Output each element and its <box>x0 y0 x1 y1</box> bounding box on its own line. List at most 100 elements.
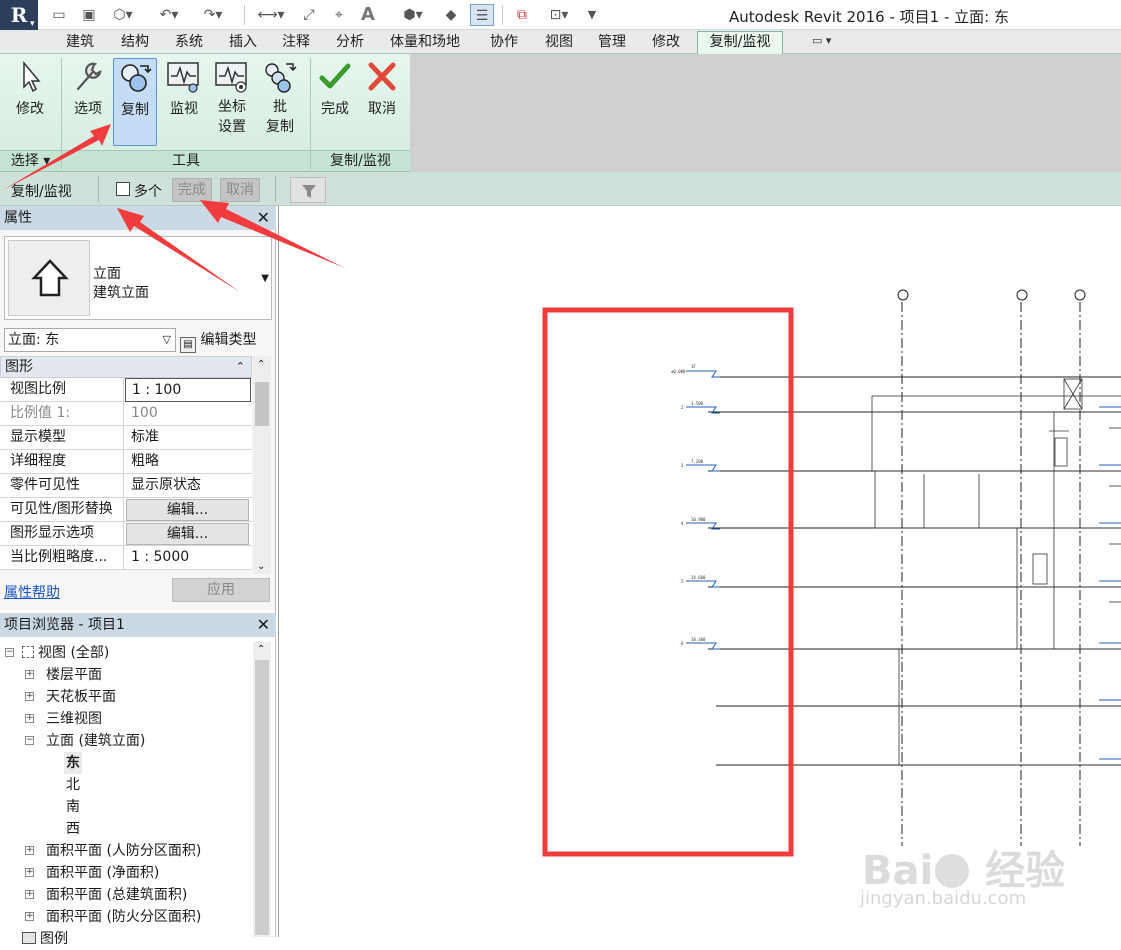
ribbon-minimize-button[interactable]: ▭ ▾ <box>812 34 831 47</box>
svg-text:7.200: 7.200 <box>691 459 704 464</box>
detail-level-field[interactable]: 粗略 <box>125 450 251 474</box>
expand-icon[interactable]: + <box>25 714 34 723</box>
graphic-display-edit-button[interactable]: 编辑... <box>126 523 249 545</box>
aligned-dimension-icon[interactable]: ⤢ <box>298 4 320 26</box>
chevron-down-icon[interactable]: ▼ <box>261 273 269 284</box>
tab-insert[interactable]: 插入 <box>229 33 257 54</box>
thin-lines-icon[interactable]: ☰ <box>470 4 494 26</box>
tag-icon[interactable]: ⌖ <box>328 4 350 26</box>
tree-node-area-civil-defense[interactable]: 面积平面 (人防分区面积) <box>46 840 201 862</box>
expand-icon[interactable]: + <box>25 868 34 877</box>
expand-icon[interactable]: + <box>25 670 34 679</box>
panel-select-label[interactable]: 选择 ▾ <box>0 150 61 171</box>
instance-filter-dropdown[interactable]: 立面: 东 ▽ <box>4 328 176 352</box>
measure-icon[interactable]: ⟷▾ <box>252 4 290 26</box>
multiple-checkbox-label[interactable]: 多个 <box>134 181 162 201</box>
property-name: 比例值 1: <box>0 402 124 426</box>
scroll-up-icon[interactable]: ⌃ <box>257 644 265 655</box>
3d-view-icon[interactable]: ⬢▾ <box>395 4 431 26</box>
close-icon[interactable]: ✕ <box>257 613 270 637</box>
tab-structure[interactable]: 结构 <box>121 33 149 54</box>
close-windows-icon[interactable]: ⧉ <box>510 4 534 26</box>
drawing-canvas[interactable]: ±0.000 1F 2 3.500 3 7.200 4 10.900 5 14.600 … <box>278 206 1121 937</box>
tab-view[interactable]: 视图 <box>545 33 573 54</box>
property-name: 可见性/图形替换 <box>0 498 124 522</box>
properties-scrollbar[interactable]: ⌃ ⌄ <box>253 356 271 574</box>
tab-manage[interactable]: 管理 <box>598 33 626 54</box>
scroll-up-icon[interactable]: ⌃ <box>257 359 265 370</box>
visibility-graphics-edit-button[interactable]: 编辑... <box>126 499 249 521</box>
copy-button[interactable]: 复制 <box>113 58 157 146</box>
cancel-button[interactable]: 取消 <box>360 58 404 146</box>
tree-node-elevations[interactable]: 立面 (建筑立面) <box>46 730 145 752</box>
tab-collaborate[interactable]: 协作 <box>490 33 518 54</box>
view-scale-field[interactable]: 1 : 100 <box>125 378 251 402</box>
application-menu-button[interactable]: R ▾ <box>0 0 38 30</box>
open-icon[interactable]: ▭ <box>48 4 70 26</box>
monitor-button[interactable]: 监视 <box>162 58 206 146</box>
tab-modify[interactable]: 修改 <box>652 33 680 54</box>
window-title: Autodesk Revit 2016 - 项目1 - 立面: 东 <box>729 8 1009 26</box>
collapse-icon[interactable]: − <box>25 736 34 745</box>
tree-node-area-net[interactable]: 面积平面 (净面积) <box>46 862 159 884</box>
property-row-view-scale: 视图比例 1 : 100 <box>0 378 252 402</box>
section-icon[interactable]: ◆ <box>440 4 462 26</box>
options-button[interactable]: 选项 <box>66 58 110 146</box>
browser-scrollbar[interactable]: ⌃ <box>253 642 271 937</box>
type-selector[interactable]: 立面 建筑立面 ▼ <box>4 236 272 320</box>
tree-node-ceiling-plans[interactable]: 天花板平面 <box>46 686 116 708</box>
scroll-thumb[interactable] <box>255 382 269 426</box>
switch-windows-icon[interactable]: ⊡▾ <box>540 4 578 26</box>
expand-icon[interactable]: + <box>25 846 34 855</box>
tree-node-legends[interactable]: 图例 <box>22 928 68 950</box>
undo-icon[interactable]: ↶▾ <box>152 4 186 26</box>
properties-help-link[interactable]: 属性帮助 <box>4 582 60 602</box>
tree-node-east[interactable]: 东 <box>64 752 82 774</box>
scroll-down-icon[interactable]: ⌄ <box>257 561 265 572</box>
options-cancel-button[interactable]: 取消 <box>220 178 260 202</box>
svg-text:18.300: 18.300 <box>691 637 706 642</box>
tree-node-area-gross[interactable]: 面积平面 (总建筑面积) <box>46 884 187 906</box>
apply-button[interactable]: 应用 <box>172 578 270 602</box>
tab-massing-site[interactable]: 体量和场地 <box>390 33 460 54</box>
tree-node-north[interactable]: 北 <box>66 774 80 796</box>
tab-copy-monitor[interactable]: 复制/监视 <box>697 31 783 55</box>
filter-button[interactable] <box>290 177 326 203</box>
text-icon[interactable]: A <box>357 4 379 26</box>
customize-icon[interactable]: ▼ <box>584 4 600 26</box>
property-row-parts-visibility: 零件可见性 显示原状态 <box>0 474 252 498</box>
edit-type-button[interactable]: ▤ 编辑类型 <box>180 328 256 353</box>
coordination-settings-button[interactable]: 坐标 设置 <box>210 58 254 150</box>
tree-node-views[interactable]: 视图 (全部) <box>22 642 109 664</box>
tab-systems[interactable]: 系统 <box>175 33 203 54</box>
parts-visibility-field[interactable]: 显示原状态 <box>125 474 251 498</box>
multiple-checkbox[interactable] <box>116 182 130 196</box>
tab-analyze[interactable]: 分析 <box>336 33 364 54</box>
close-icon[interactable]: ✕ <box>257 206 270 230</box>
tree-node-south[interactable]: 南 <box>66 796 80 818</box>
modify-button[interactable]: 修改 <box>8 58 52 146</box>
save-icon[interactable]: ▣ <box>78 4 100 26</box>
expand-icon[interactable]: + <box>25 912 34 921</box>
batch-copy-button[interactable]: 批 复制 <box>258 58 302 150</box>
redo-icon[interactable]: ↷▾ <box>196 4 230 26</box>
sync-icon[interactable]: ⬡▾ <box>108 4 138 26</box>
options-finish-button[interactable]: 完成 <box>172 178 212 202</box>
graphics-group-header[interactable]: 图形 ⌃ <box>0 356 252 378</box>
collapse-icon[interactable]: − <box>5 648 14 657</box>
tree-node-floor-plans[interactable]: 楼层平面 <box>46 664 102 686</box>
tree-node-west[interactable]: 西 <box>66 818 80 840</box>
tree-node-area-fire[interactable]: 面积平面 (防火分区面积) <box>46 906 201 928</box>
finish-button[interactable]: 完成 <box>313 58 357 146</box>
chevron-down-icon: ▽ <box>162 333 171 346</box>
coarse-scale-field[interactable]: 1 : 5000 <box>125 546 251 570</box>
display-model-field[interactable]: 标准 <box>125 426 251 450</box>
monitor-wave-icon <box>167 62 199 93</box>
tree-node-3d-views[interactable]: 三维视图 <box>46 708 102 730</box>
type-name: 建筑立面 <box>93 285 149 301</box>
tab-architecture[interactable]: 建筑 <box>66 33 94 54</box>
expand-icon[interactable]: + <box>25 890 34 899</box>
expand-icon[interactable]: + <box>25 692 34 701</box>
tab-annotate[interactable]: 注释 <box>282 33 310 54</box>
scroll-thumb[interactable] <box>255 660 269 935</box>
